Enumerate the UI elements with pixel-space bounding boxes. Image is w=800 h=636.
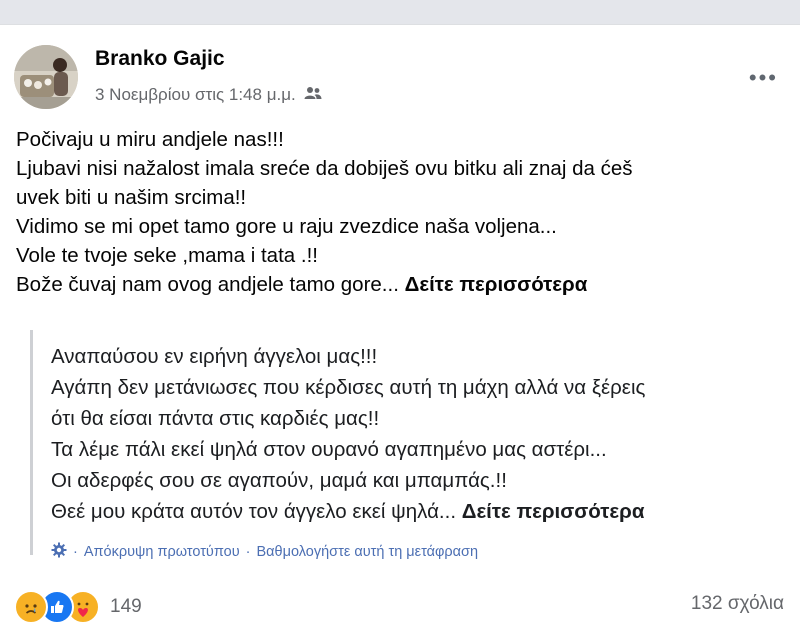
post-line: uvek biti u našim srcima!! [16,186,247,209]
post-line: Vole te tvoje seke ,mama i tata .!! [16,244,318,267]
separator: · [245,544,251,560]
comments-count[interactable]: 132 σχόλια [691,593,784,615]
translation-line: Οι αδερφές σου σε αγαπούν, μαμά και μπαμ… [51,469,507,492]
author-name[interactable]: Branko Gajic [95,47,225,71]
see-more-link[interactable]: Δείτε περισσότερα [405,273,588,296]
hide-original-link[interactable]: Απόκρυψη πρωτοτύπου [84,544,240,560]
translation-line: Αγάπη δεν μετάνιωσες που κέρδισες αυτή τ… [51,376,646,399]
post-text: Počivaju u miru andjele nas!!! Ljubavi n… [16,125,786,299]
post-line: Bože čuvaj nam ovog andjele tamo gore...… [16,270,786,299]
top-bar [0,0,800,24]
post-line: Ljubavi nisi nažalost imala sreće da dob… [16,157,633,180]
separator: · [73,544,78,560]
friends-icon [304,85,322,105]
sad-reaction-icon [14,590,48,624]
avatar-photo [14,45,78,109]
avatar[interactable] [14,45,78,109]
translation-actions: · Απόκρυψη πρωτοτύπου · Βαθμολογήστε αυτ… [51,542,478,562]
gear-icon [51,542,67,562]
translation-line-text: Θεέ μου κράτα αυτόν τον άγγελο εκεί ψηλά… [51,500,457,523]
translation-text: Αναπαύσου εν ειρήνη άγγελοι μας!!! Αγάπη… [51,341,791,527]
translation-see-more-link[interactable]: Δείτε περισσότερα [462,500,645,523]
post-card: Branko Gajic 3 Νοεμβρίου στις 1:48 μ.μ. … [0,24,800,636]
more-options-icon[interactable]: ••• [749,65,778,91]
translation-line: ότι θα είσαι πάντα στις καρδιές μας!! [51,407,380,430]
post-timestamp[interactable]: 3 Νοεμβρίου στις 1:48 μ.μ. [95,85,296,105]
translation-line: Αναπαύσου εν ειρήνη άγγελοι μας!!! [51,345,378,368]
post-line: Počivaju u miru andjele nas!!! [16,128,284,151]
post-line-text: Bože čuvaj nam ovog andjele tamo gore... [16,273,399,296]
reaction-count[interactable]: 149 [110,596,142,618]
translation-line: Θεέ μου κράτα αυτόν τον άγγελο εκεί ψηλά… [51,496,791,527]
post-meta: 3 Νοεμβρίου στις 1:48 μ.μ. [95,85,322,105]
post-line: Vidimo se mi opet tamo gore u raju zvezd… [16,215,557,238]
rate-translation-link[interactable]: Βαθμολογήστε αυτή τη μετάφραση [257,544,479,560]
reactions-summary[interactable]: 149 [14,590,142,624]
translation-block: Αναπαύσου εν ειρήνη άγγελοι μας!!! Αγάπη… [30,330,793,560]
translation-line: Τα λέμε πάλι εκεί ψηλά στον ουρανό αγαπη… [51,438,607,461]
